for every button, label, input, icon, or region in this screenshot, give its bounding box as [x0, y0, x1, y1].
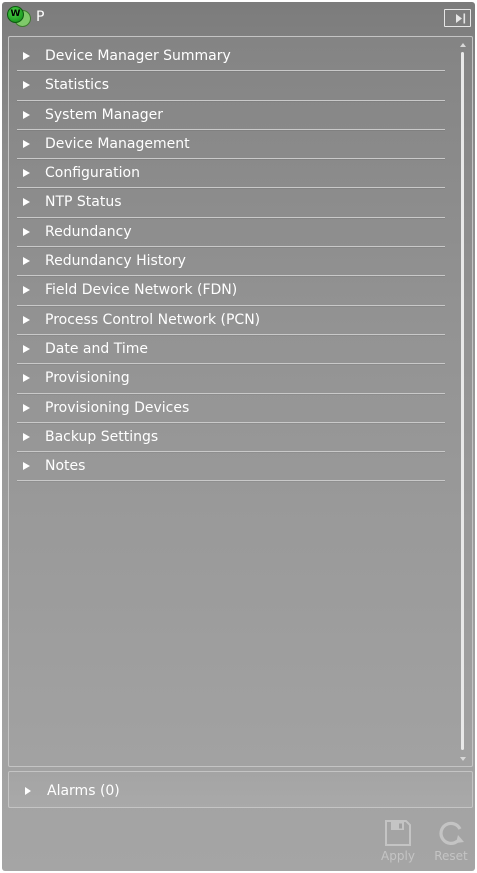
expand-arrow-icon: [23, 344, 30, 353]
scroll-up-arrow-icon[interactable]: [460, 43, 466, 47]
nav-item[interactable]: Process Control Network (PCN): [17, 306, 445, 335]
expand-arrow-icon: [23, 462, 30, 471]
nav-item-label: System Manager: [45, 106, 164, 123]
nav-item[interactable]: Provisioning: [17, 364, 445, 394]
expand-arrow-icon: [23, 257, 30, 266]
nav-item[interactable]: Redundancy History: [17, 247, 445, 277]
nav-item-label: Provisioning: [45, 370, 130, 387]
alarms-label: Alarms (0): [47, 783, 120, 799]
nav-item-label: Field Device Network (FDN): [45, 282, 238, 299]
expand-arrow-icon: [23, 315, 30, 324]
collapse-panel-button[interactable]: [444, 9, 471, 27]
nav-item[interactable]: Backup Settings: [17, 423, 445, 453]
nav-item[interactable]: Configuration: [17, 159, 445, 189]
expand-arrow-icon: [23, 403, 30, 412]
scroll-thumb[interactable]: [461, 52, 464, 750]
nav-item[interactable]: Device Management: [17, 130, 445, 160]
nav-item-label: Provisioning Devices: [45, 399, 190, 416]
expand-arrow-icon: [23, 169, 30, 178]
app-logo: W: [7, 6, 31, 28]
nav-item[interactable]: Provisioning Devices: [17, 394, 445, 423]
save-icon: [385, 820, 411, 846]
expand-arrow-icon: [23, 286, 30, 295]
nav-item-label: Date and Time: [45, 340, 148, 357]
apply-button[interactable]: Apply: [376, 816, 420, 868]
nav-item[interactable]: Redundancy: [17, 218, 445, 248]
nav-item[interactable]: Device Manager Summary: [17, 42, 445, 72]
expand-arrow-icon: [23, 198, 30, 207]
header: W P: [2, 2, 475, 32]
app-window: W P Device Manager Summary Statistics Syst…: [2, 2, 475, 871]
nav-item-label: Statistics: [45, 77, 109, 94]
nav-item-label: Redundancy History: [45, 253, 186, 270]
navigation-panel: Device Manager Summary Statistics System M…: [8, 36, 473, 767]
apply-label: Apply: [381, 849, 415, 863]
reset-label: Reset: [434, 849, 468, 863]
nav-item[interactable]: Notes: [17, 452, 445, 482]
expand-arrow-icon: [23, 81, 30, 90]
reset-button[interactable]: Reset: [429, 816, 473, 868]
reset-icon: [439, 821, 464, 845]
nav-item-label: Backup Settings: [45, 428, 159, 445]
nav-item[interactable]: System Manager: [17, 101, 445, 130]
nav-item-label: Configuration: [45, 165, 140, 182]
expand-arrow-icon: [23, 432, 30, 441]
app-title: P: [36, 9, 45, 25]
logo-letter: W: [7, 6, 24, 23]
expand-arrow-icon: [25, 787, 31, 795]
nav-item[interactable]: Field Device Network (FDN): [17, 276, 445, 306]
nav-item[interactable]: Date and Time: [17, 335, 445, 365]
expand-arrow-icon: [23, 110, 30, 119]
nav-item-label: Device Management: [45, 135, 190, 152]
nav-item[interactable]: NTP Status: [17, 188, 445, 218]
nav-item-label: Device Manager Summary: [45, 48, 231, 64]
nav-item-label: Notes: [45, 458, 86, 475]
expand-arrow-icon: [23, 139, 30, 148]
alarms-section-header[interactable]: Alarms (0): [8, 771, 473, 808]
collapse-right-icon: [456, 13, 466, 24]
nav-item-label: Process Control Network (PCN): [45, 311, 261, 328]
nav-item[interactable]: Statistics: [17, 71, 445, 101]
nav-item-label: NTP Status: [45, 194, 122, 211]
expand-arrow-icon: [23, 374, 30, 383]
navigation-list: Device Manager Summary Statistics System M…: [17, 42, 445, 482]
expand-arrow-icon: [23, 52, 30, 60]
scroll-down-arrow-icon[interactable]: [460, 757, 466, 761]
nav-item-label: Redundancy: [45, 223, 132, 240]
vertical-scrollbar[interactable]: [459, 43, 468, 761]
expand-arrow-icon: [23, 227, 30, 236]
